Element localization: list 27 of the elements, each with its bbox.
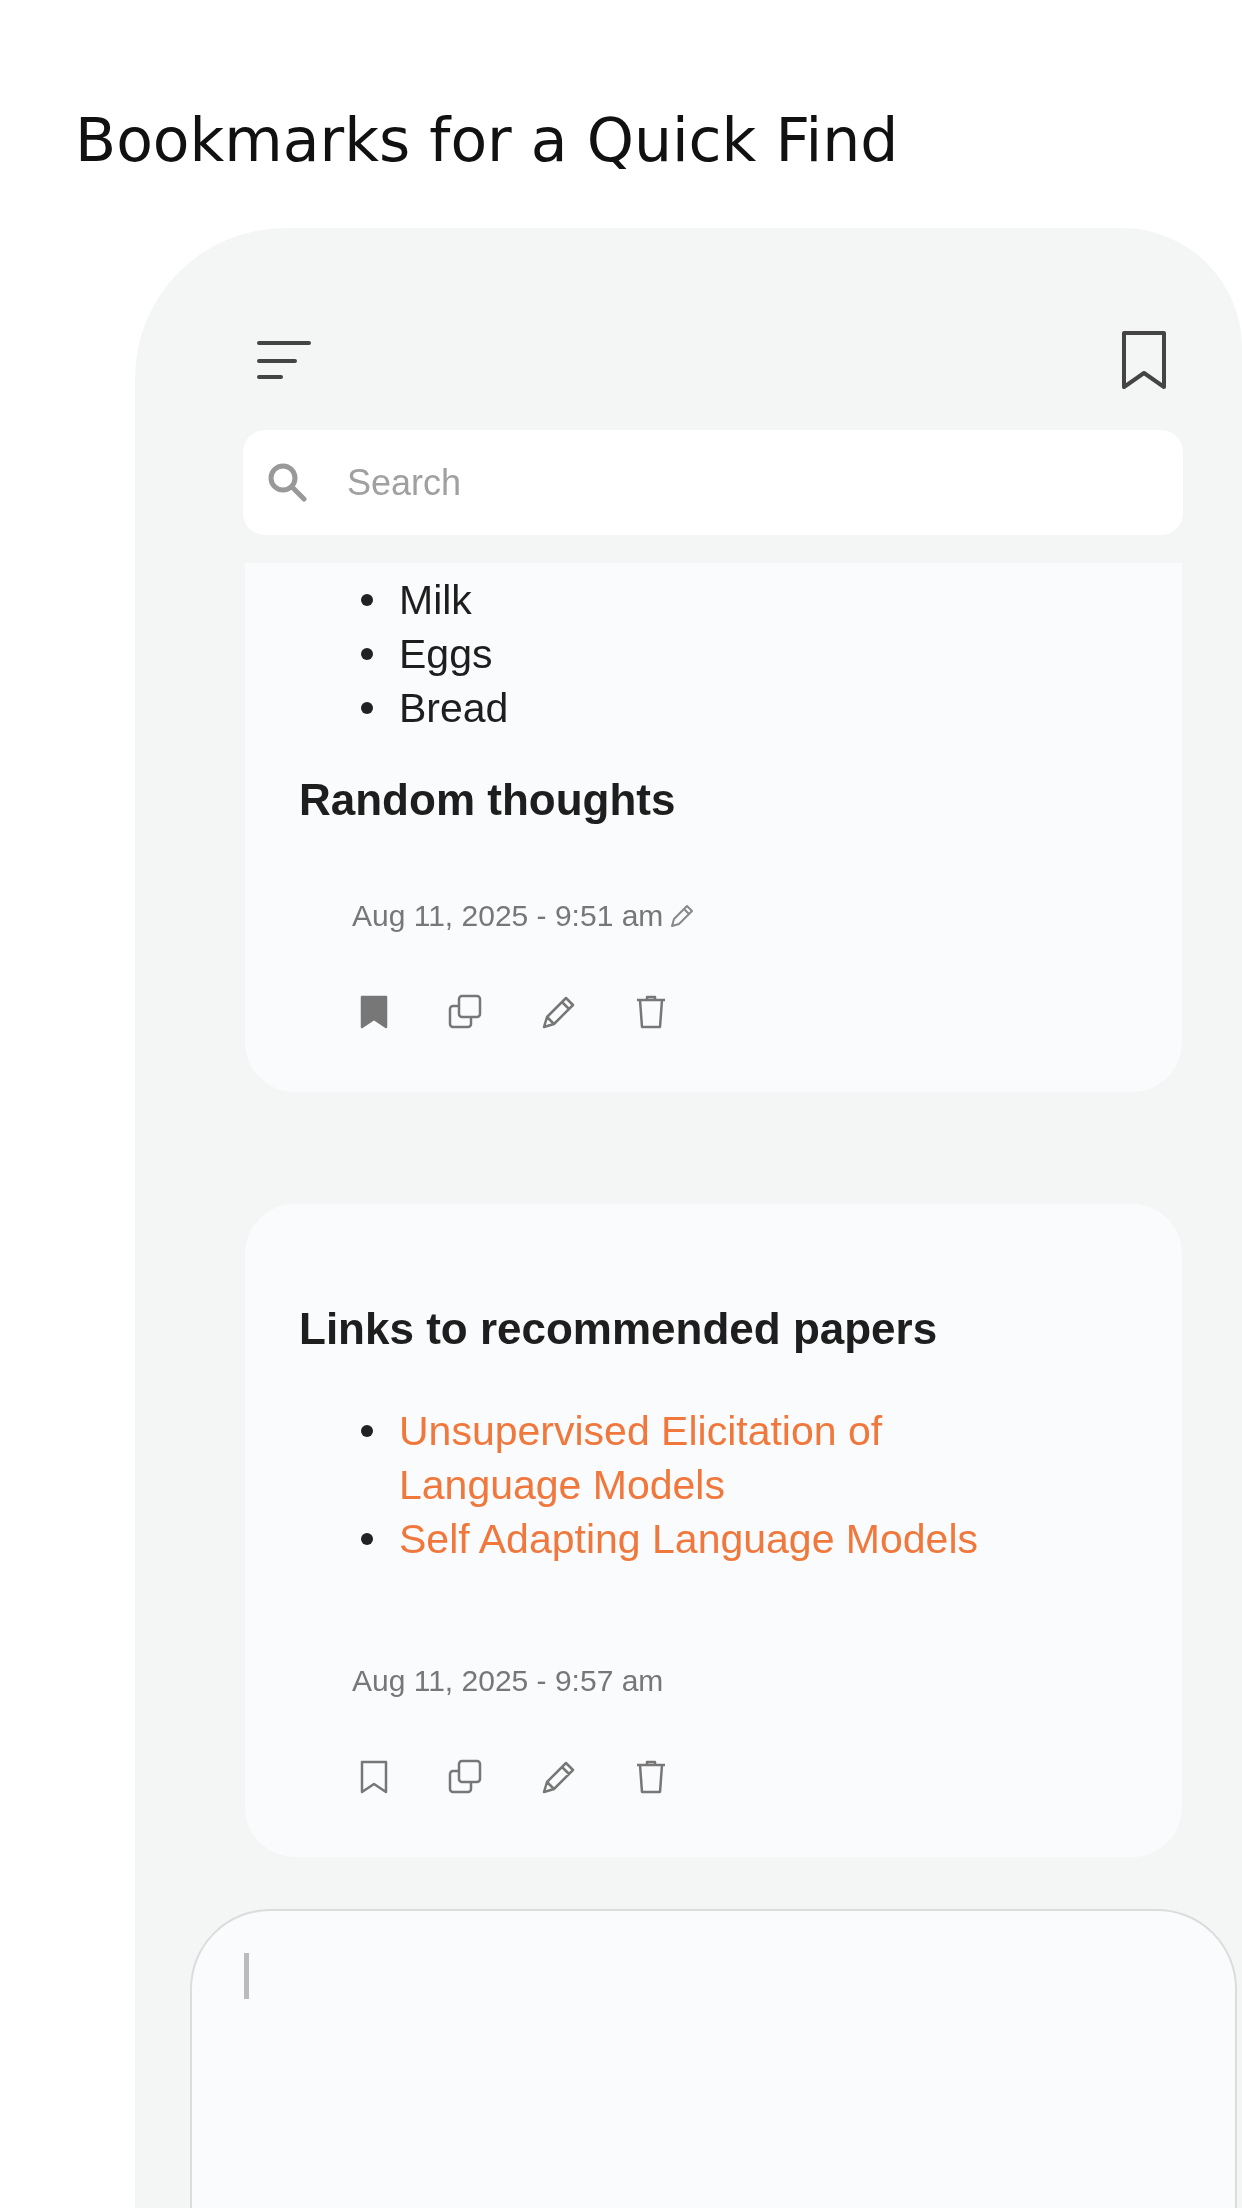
note-card[interactable]: Milk Eggs Bread Random thoughts Aug 11, 2025 - 9:51 am bbox=[245, 563, 1182, 1092]
bookmark-button[interactable] bbox=[359, 1760, 389, 1794]
delete-button[interactable] bbox=[635, 1759, 667, 1795]
bullet-icon bbox=[361, 648, 373, 660]
edit-button[interactable] bbox=[541, 1759, 577, 1795]
copy-button[interactable] bbox=[447, 1759, 483, 1795]
bullet-icon bbox=[361, 1425, 373, 1437]
list-item-text: Milk bbox=[399, 576, 472, 625]
note-date: Aug 11, 2025 - 9:51 am bbox=[352, 899, 664, 933]
delete-button[interactable] bbox=[635, 994, 667, 1030]
bookmark-icon[interactable] bbox=[1121, 330, 1167, 390]
search-field[interactable]: Search bbox=[243, 430, 1183, 535]
list-item-text: Bread bbox=[399, 684, 509, 733]
copy-button[interactable] bbox=[447, 994, 483, 1030]
bullet-icon bbox=[361, 702, 373, 714]
page-heading: Bookmarks for a Quick Find bbox=[74, 104, 900, 177]
note-title: Links to recommended papers bbox=[299, 1304, 939, 1354]
menu-icon[interactable] bbox=[257, 340, 311, 380]
note-card[interactable]: Links to recommended papers Unsupervised Elicitation of Language Models Self Adapting Language Models Aug 11, 2025 - 9:57 am bbox=[245, 1204, 1182, 1857]
note-date: Aug 11, 2025 - 9:57 am bbox=[352, 1664, 664, 1698]
edit-button[interactable] bbox=[541, 994, 577, 1030]
bookmark-button[interactable] bbox=[359, 995, 389, 1029]
note-title: Random thoughts bbox=[299, 775, 677, 825]
note-input-field[interactable] bbox=[190, 1909, 1237, 2208]
list-item-text: Eggs bbox=[399, 630, 493, 679]
bullet-icon bbox=[361, 594, 373, 606]
bullet-icon bbox=[361, 1533, 373, 1545]
